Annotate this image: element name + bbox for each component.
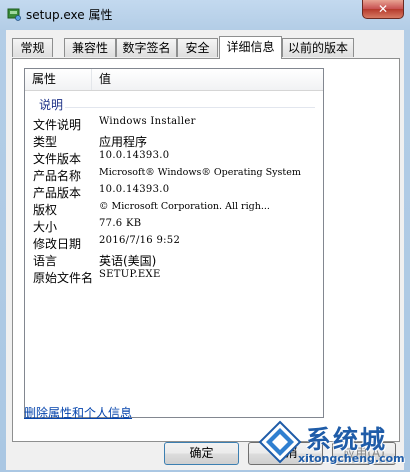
list-item[interactable]: 类型 应用程序: [25, 132, 323, 149]
property-name: 文件版本: [33, 152, 82, 166]
property-name: 版权: [33, 203, 58, 217]
property-name: 语言: [33, 254, 58, 268]
tab-details[interactable]: 详细信息: [219, 36, 282, 59]
column-header-property[interactable]: 属性: [25, 69, 92, 90]
tab-previous-versions[interactable]: 以前的版本: [282, 38, 354, 57]
list-item[interactable]: 修改日期 2016/7/16 9:52: [25, 234, 323, 251]
property-name: 文件说明: [33, 118, 82, 132]
list-item[interactable]: 产品名称 Microsoft® Windows® Operating Syste…: [25, 166, 323, 183]
watermark: 系统城 xitongcheng.com: [258, 418, 408, 470]
list-item[interactable]: 文件说明 Windows Installer: [25, 115, 323, 132]
site-logo-icon: [258, 420, 302, 464]
property-value: 2016/7/16 9:52: [99, 235, 181, 246]
property-value: Microsoft® Windows® Operating System: [99, 167, 301, 178]
property-value: 10.0.14393.0: [99, 184, 170, 195]
property-value: SETUP.EXE: [99, 269, 161, 280]
close-button[interactable]: ✕: [362, 0, 404, 19]
tab-compatibility[interactable]: 兼容性: [64, 38, 116, 57]
list-item[interactable]: 版权 © Microsoft Corporation. All righ...: [25, 200, 323, 217]
property-name: 产品版本: [33, 186, 82, 200]
tab-strip: 常规 兼容性 数字签名 安全 详细信息 以前的版本: [12, 36, 402, 59]
properties-window: setup.exe 属性 ✕ 常规 兼容性 数字签名 安全 详细信息 以前的版本…: [0, 0, 410, 472]
column-header-value[interactable]: 值: [93, 69, 111, 90]
watermark-text: 系统城: [306, 425, 388, 454]
property-name: 原始文件名: [33, 271, 94, 285]
title-bar[interactable]: setup.exe 属性 ✕: [0, 0, 410, 28]
group-heading-description: 说明: [39, 98, 64, 112]
close-icon: ✕: [377, 2, 389, 16]
property-name: 修改日期: [33, 237, 82, 251]
list-item[interactable]: 产品版本 10.0.14393.0: [25, 183, 323, 200]
property-value: 英语(美国): [99, 254, 157, 268]
property-value: 10.0.14393.0: [99, 150, 170, 161]
list-header: 属性 值: [25, 69, 323, 91]
list-item[interactable]: 文件版本 10.0.14393.0: [25, 149, 323, 166]
remove-properties-link[interactable]: 删除属性和个人信息: [24, 404, 132, 421]
list-item[interactable]: 语言 英语(美国): [25, 251, 323, 268]
details-list[interactable]: 属性 值 说明 文件说明 Windows Installer 类型 应用程序 文…: [24, 68, 324, 418]
installer-icon: [7, 8, 21, 21]
property-value: 77.6 KB: [99, 218, 142, 229]
ok-button[interactable]: 确定: [164, 442, 239, 465]
property-value: © Microsoft Corporation. All righ...: [99, 201, 270, 212]
list-item[interactable]: 大小 77.6 KB: [25, 217, 323, 234]
group-divider: [65, 107, 315, 108]
watermark-url: xitongcheng.com: [298, 452, 405, 465]
property-name: 产品名称: [33, 169, 82, 183]
list-item[interactable]: 原始文件名 SETUP.EXE: [25, 268, 323, 285]
property-name: 类型: [33, 135, 58, 149]
property-value: Windows Installer: [99, 116, 196, 127]
window-title: setup.exe 属性: [26, 8, 113, 22]
tab-general[interactable]: 常规: [12, 38, 53, 57]
property-value: 应用程序: [99, 135, 148, 149]
tab-security[interactable]: 安全: [177, 38, 218, 57]
property-name: 大小: [33, 220, 58, 234]
tab-digital-signatures[interactable]: 数字签名: [116, 38, 177, 57]
